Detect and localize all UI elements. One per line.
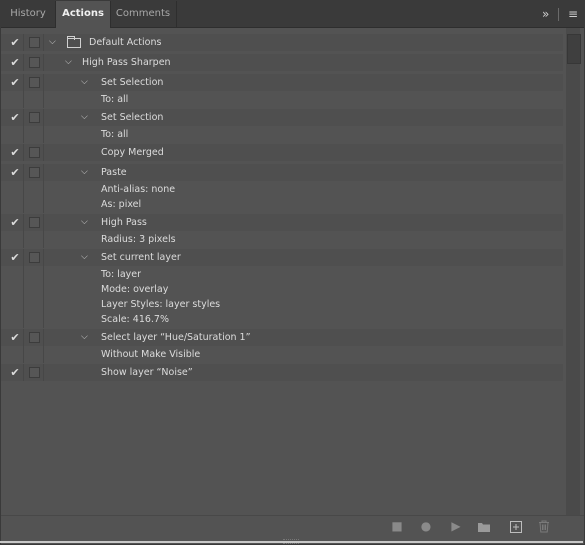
toggle-item-checkmark-icon[interactable]: ✔ <box>9 109 21 126</box>
action-row[interactable]: ✔ ⌵ High Pass Sharpen <box>1 54 563 71</box>
toggle-dialog-box[interactable] <box>29 167 40 178</box>
action-step-row[interactable]: ✔ ⌵ Paste <box>1 164 563 181</box>
delete-icon[interactable] <box>536 515 552 537</box>
divider <box>558 8 560 21</box>
action-label: Set current layer <box>101 252 181 263</box>
toggle-item-checkmark-icon[interactable]: ✔ <box>9 144 21 161</box>
collapse-panels-icon[interactable]: » <box>542 1 549 27</box>
toggle-item-checkmark-icon[interactable]: ✔ <box>9 34 21 51</box>
action-step-detail[interactable]: To: all <box>1 91 563 108</box>
chevron-down-icon[interactable]: ⌵ <box>81 74 88 91</box>
record-icon[interactable]: ● <box>418 515 434 537</box>
tab-comments[interactable]: Comments <box>110 1 177 27</box>
chevron-down-icon[interactable]: ⌵ <box>81 329 88 346</box>
toggle-dialog-box[interactable] <box>29 77 40 88</box>
dialog-column <box>23 91 44 108</box>
action-step-detail[interactable]: Scale: 416.7% <box>1 311 563 328</box>
folder-icon <box>67 36 81 48</box>
chevron-down-icon[interactable]: ⌵ <box>81 214 88 231</box>
toggle-column <box>1 126 24 143</box>
toggle-column <box>1 311 24 328</box>
tab-bar-icons: » ≡ <box>542 1 578 27</box>
dialog-column <box>23 196 44 213</box>
toggle-column <box>1 346 24 363</box>
toggle-dialog-box[interactable] <box>29 252 40 263</box>
action-set-row[interactable]: ✔ ⌵ Default Actions <box>1 34 563 51</box>
chevron-down-icon[interactable]: ⌵ <box>49 34 56 51</box>
toggle-dialog-box[interactable] <box>29 367 40 378</box>
toggle-dialog-box[interactable] <box>29 57 40 68</box>
bottom-edge <box>0 541 583 543</box>
action-step-detail[interactable]: Radius: 3 pixels <box>1 231 563 248</box>
toggle-dialog-box[interactable] <box>29 217 40 228</box>
scrollbar-thumb[interactable] <box>567 34 581 64</box>
action-label: High Pass Sharpen <box>82 57 171 68</box>
action-step-row[interactable]: ✔ ⌵ High Pass <box>1 214 563 231</box>
toggle-dialog-box[interactable] <box>29 112 40 123</box>
chevron-down-icon[interactable]: ⌵ <box>65 54 72 71</box>
action-step-row[interactable]: ✔ ⌵ Select layer “Hue/Saturation 1” <box>1 329 563 346</box>
actions-panel: History Actions Comments » ≡ ✔ ⌵ Default A… <box>0 0 585 545</box>
action-step-row[interactable]: ✔ Copy Merged <box>1 144 563 161</box>
toggle-dialog-box[interactable] <box>29 37 40 48</box>
action-step-row[interactable]: ✔ ⌵ Set current layer <box>1 249 563 266</box>
vertical-scrollbar[interactable] <box>566 28 580 535</box>
action-label: Show layer “Noise” <box>101 367 193 378</box>
action-label: Set Selection <box>101 112 164 123</box>
step-detail-label: As: pixel <box>101 199 142 210</box>
chevron-down-icon[interactable]: ⌵ <box>81 109 88 126</box>
step-detail-label: Without Make Visible <box>101 349 201 360</box>
toggle-item-checkmark-icon[interactable]: ✔ <box>9 214 21 231</box>
panel-menu-icon[interactable]: ≡ <box>568 1 578 27</box>
tab-history[interactable]: History <box>1 1 55 27</box>
action-label: Copy Merged <box>101 147 164 158</box>
toggle-item-checkmark-icon[interactable]: ✔ <box>9 74 21 91</box>
toggle-column <box>1 231 24 248</box>
toggle-dialog-box[interactable] <box>29 147 40 158</box>
action-step-detail[interactable]: To: all <box>1 126 563 143</box>
dialog-column <box>23 231 44 248</box>
step-detail-label: Scale: 416.7% <box>101 314 170 325</box>
toggle-column <box>1 196 24 213</box>
action-step-row[interactable]: ✔ ⌵ Set Selection <box>1 74 563 91</box>
tab-bar: History Actions Comments » ≡ <box>1 1 584 28</box>
action-step-row[interactable]: ✔ ⌵ Set Selection <box>1 109 563 126</box>
new-set-folder-icon[interactable] <box>476 515 492 537</box>
toggle-item-checkmark-icon[interactable]: ✔ <box>9 364 21 381</box>
step-detail-label: Radius: 3 pixels <box>101 234 176 245</box>
dialog-column <box>23 126 44 143</box>
action-label: High Pass <box>101 217 147 228</box>
action-step-detail[interactable]: As: pixel <box>1 196 563 213</box>
toggle-item-checkmark-icon[interactable]: ✔ <box>9 329 21 346</box>
action-label: Select layer “Hue/Saturation 1” <box>101 332 251 343</box>
toggle-item-checkmark-icon[interactable]: ✔ <box>9 54 21 71</box>
bottom-toolbar <box>1 515 584 538</box>
action-step-detail[interactable]: Without Make Visible <box>1 346 563 363</box>
dialog-column <box>23 311 44 328</box>
toggle-dialog-box[interactable] <box>29 332 40 343</box>
action-label: Set Selection <box>101 77 164 88</box>
play-icon[interactable]: ▶ <box>448 515 464 537</box>
action-label: Paste <box>101 167 127 178</box>
toggle-item-checkmark-icon[interactable]: ✔ <box>9 164 21 181</box>
new-action-icon[interactable] <box>508 515 524 537</box>
action-label: Default Actions <box>89 37 162 48</box>
tab-actions[interactable]: Actions <box>55 1 111 28</box>
chevron-down-icon[interactable]: ⌵ <box>81 249 88 266</box>
chevron-down-icon[interactable]: ⌵ <box>81 164 88 181</box>
dialog-column <box>23 346 44 363</box>
step-detail-label: To: all <box>101 94 129 105</box>
toggle-item-checkmark-icon[interactable]: ✔ <box>9 249 21 266</box>
step-detail-label: To: all <box>101 129 129 140</box>
action-step-row[interactable]: ✔ Show layer “Noise” <box>1 364 563 381</box>
stop-icon[interactable]: ■ <box>389 515 405 537</box>
toggle-column <box>1 91 24 108</box>
